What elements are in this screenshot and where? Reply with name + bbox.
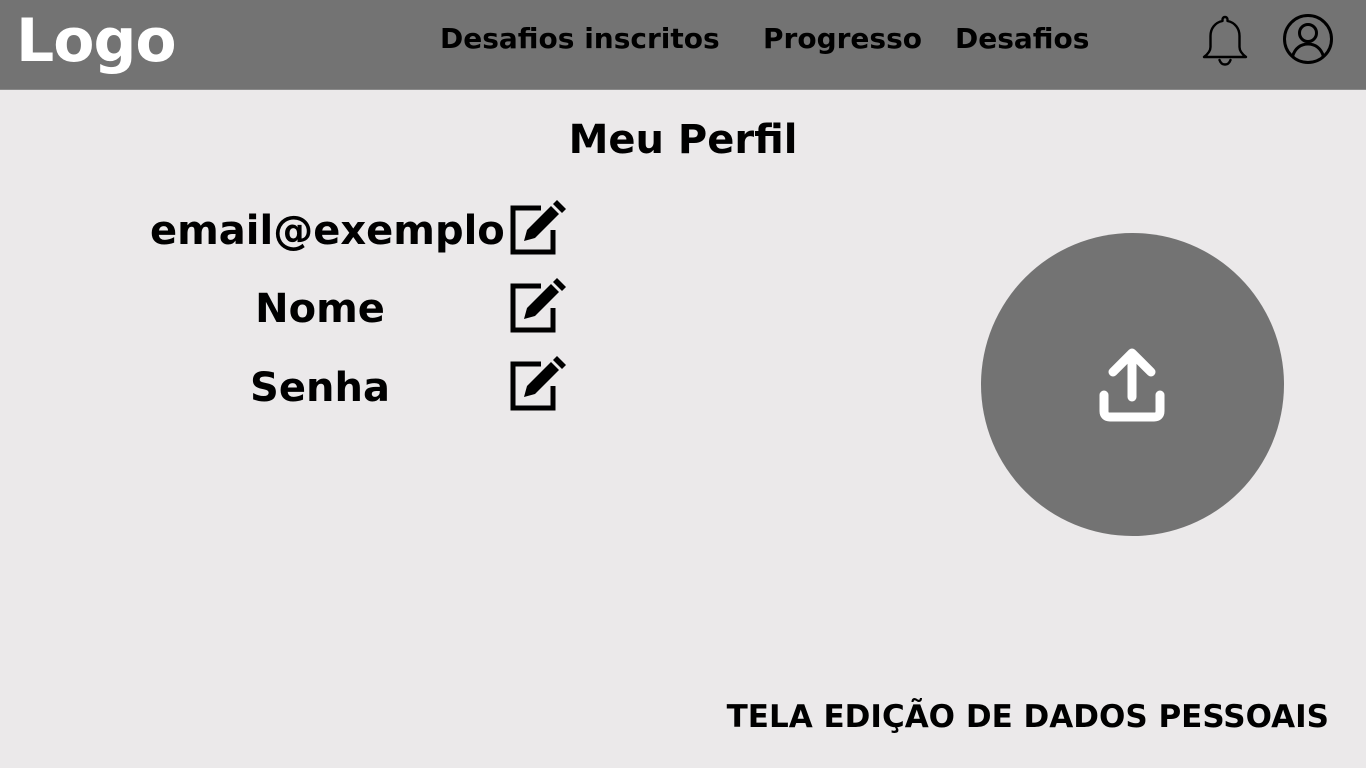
top-navigation-bar: Logo Desafios inscritos Progresso Desafi…	[0, 0, 1366, 90]
name-field: Nome	[255, 286, 385, 332]
nav-desafios-inscritos[interactable]: Desafios inscritos	[440, 20, 720, 58]
logo[interactable]: Logo	[16, 2, 177, 80]
edit-email-icon[interactable]	[507, 200, 567, 256]
screen-caption: TELA EDIÇÃO DE DADOS PESSOAIS	[726, 699, 1329, 735]
user-circle-icon[interactable]	[1282, 13, 1334, 65]
edit-password-icon[interactable]	[507, 356, 567, 412]
page-title: Meu Perfil	[568, 117, 798, 163]
password-field: Senha	[250, 365, 390, 411]
bell-icon[interactable]	[1200, 14, 1250, 66]
edit-name-icon[interactable]	[507, 278, 567, 334]
email-field: email@exemplo	[150, 208, 505, 254]
nav-desafios[interactable]: Desafios	[955, 20, 1089, 58]
upload-icon	[1099, 348, 1165, 422]
avatar-upload-button[interactable]	[981, 233, 1284, 536]
nav-progresso[interactable]: Progresso	[763, 20, 922, 58]
